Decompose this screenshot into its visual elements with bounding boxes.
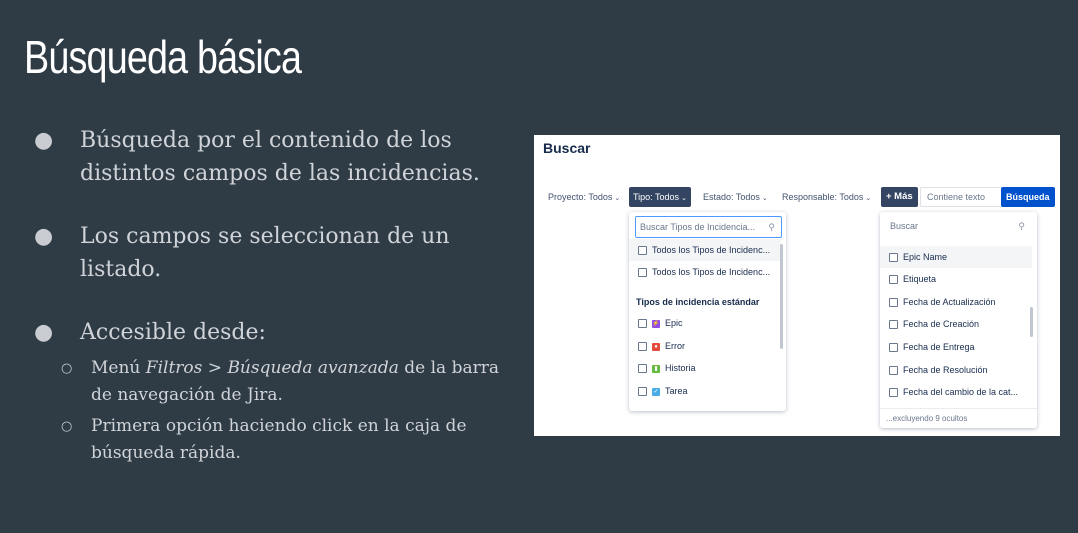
type-search-input[interactable]: Buscar Tipos de Incidencia... ⚲: [635, 216, 782, 238]
checkbox-icon: [638, 268, 647, 278]
fields-dropdown-scrollbar[interactable]: [1030, 307, 1033, 337]
filter-bar: Proyecto: Todos ⌄ Tipo: Todos ⌄ Estado: To…: [534, 187, 1060, 209]
sub-bullet-circle-icon: ○: [61, 419, 73, 434]
field-option[interactable]: Fecha de Actualización: [880, 291, 1032, 313]
option-label: Tarea: [665, 386, 688, 396]
sub-bullet-text: Primera opción haciendo click en la caja…: [91, 416, 467, 463]
jira-search-screenshot: Buscar Proyecto: Todos ⌄ Tipo: Todos ⌄ Est…: [534, 135, 1060, 436]
type-dropdown-scrollbar[interactable]: [780, 244, 783, 349]
more-filters-button[interactable]: + Más: [881, 187, 918, 207]
type-dropdown: Buscar Tipos de Incidencia... ⚲ Todos lo…: [629, 212, 786, 411]
field-option[interactable]: Fecha de Resolución: [880, 359, 1032, 381]
type-option-all[interactable]: Todos los Tipos de Incidenc...: [629, 239, 781, 261]
field-option[interactable]: Fecha de Entrega: [880, 336, 1032, 358]
bullet-text: Accesible desde:: [80, 320, 266, 345]
option-label: Fecha de Creación: [903, 319, 980, 329]
bullet-text: Los campos se seleccionan de un listado.: [80, 224, 450, 282]
type-option-error[interactable]: ● Error: [629, 335, 781, 357]
menu-avanzada-text: Búsqueda avanzada: [227, 358, 399, 378]
checkbox-icon: [889, 275, 898, 285]
option-label: Fecha del cambio de la cat...: [903, 387, 1019, 397]
type-filter-label: Tipo: Todos: [633, 192, 680, 202]
project-filter-label: Proyecto: Todos: [548, 192, 613, 202]
contains-text-input[interactable]: Contiene texto: [920, 187, 1002, 207]
type-filter-button[interactable]: Tipo: Todos ⌄: [629, 187, 691, 207]
bullet-item: ● Accesible desde:: [34, 316, 514, 349]
assignee-filter-label: Responsable: Todos: [782, 192, 864, 202]
sub-bullet-text-prefix: Menú: [91, 358, 146, 378]
search-icon: ⚲: [1018, 221, 1025, 231]
chevron-down-icon: ⌄: [681, 195, 687, 202]
sub-bullet-item: ○ Primera opción haciendo click en la ca…: [34, 413, 514, 467]
bug-icon: ●: [652, 342, 660, 351]
bullet-list: ● Búsqueda por el contenido de los disti…: [34, 124, 514, 471]
bullet-dot-icon: ●: [34, 224, 54, 249]
option-label: Fecha de Entrega: [903, 342, 975, 352]
chevron-down-icon: ⌄: [865, 195, 872, 202]
field-option[interactable]: Fecha de Creación: [880, 313, 1032, 335]
option-label: Todos los Tipos de Incidenc...: [652, 245, 771, 255]
menu-separator-text: >: [202, 358, 228, 378]
option-label: Fecha de Actualización: [903, 297, 996, 307]
type-option-all[interactable]: Todos los Tipos de Incidenc...: [629, 261, 781, 283]
field-option[interactable]: Epic Name: [880, 246, 1032, 268]
checkbox-icon: [638, 364, 647, 374]
slide-title: Búsqueda básica: [24, 31, 302, 83]
checkbox-icon: [638, 319, 647, 329]
checkbox-icon: [638, 342, 647, 352]
type-option-epic[interactable]: ⚡ Epic: [629, 312, 781, 334]
search-button[interactable]: Búsqueda: [1001, 187, 1055, 207]
bullet-item: ● Los campos se seleccionan de un listad…: [34, 220, 514, 286]
checkbox-icon: [889, 366, 898, 376]
sub-bullet-circle-icon: ○: [61, 361, 73, 376]
sub-bullet-list: ○ Menú Filtros > Búsqueda avanzada de la…: [34, 355, 514, 467]
checkbox-icon: [889, 343, 898, 353]
status-filter-label: Estado: Todos: [703, 192, 760, 202]
checkbox-icon: [638, 387, 647, 397]
checkbox-icon: [889, 388, 898, 398]
option-label: Todos los Tipos de Incidenc...: [652, 267, 771, 277]
section-header: Tipos de incidencia estándar: [636, 297, 760, 307]
option-label: Historia: [665, 363, 696, 373]
search-icon: ⚲: [768, 222, 775, 232]
chevron-down-icon: ⌄: [614, 195, 621, 202]
field-option[interactable]: Fecha del cambio de la cat...: [880, 381, 1030, 403]
type-option-tarea[interactable]: ✓ Tarea: [629, 380, 781, 402]
jira-page-title: Buscar: [543, 140, 591, 156]
option-label: Epic Name: [903, 252, 948, 262]
checkbox-icon: [889, 253, 898, 263]
project-filter-button[interactable]: Proyecto: Todos ⌄: [548, 187, 620, 207]
bullet-item: ● Búsqueda por el contenido de los disti…: [34, 124, 514, 190]
field-option[interactable]: Etiqueta: [880, 268, 1032, 290]
checkbox-icon: [889, 320, 898, 330]
story-icon: ▮: [652, 364, 660, 373]
status-filter-button[interactable]: Estado: Todos ⌄: [703, 187, 768, 207]
checkbox-icon: [638, 246, 647, 256]
task-icon: ✓: [652, 387, 660, 396]
epic-icon: ⚡: [652, 319, 660, 328]
sub-bullet-item: ○ Menú Filtros > Búsqueda avanzada de la…: [34, 355, 514, 409]
type-option-historia[interactable]: ▮ Historia: [629, 357, 781, 379]
menu-filtros-text: Filtros: [145, 358, 203, 378]
assignee-filter-button[interactable]: Responsable: Todos ⌄: [782, 187, 871, 207]
option-label: Epic: [665, 318, 683, 328]
bullet-dot-icon: ●: [34, 320, 54, 345]
bullet-dot-icon: ●: [34, 128, 54, 153]
field-search-input[interactable]: Buscar ⚲: [886, 216, 1031, 236]
chevron-down-icon: ⌄: [761, 195, 768, 202]
type-search-placeholder: Buscar Tipos de Incidencia...: [640, 222, 756, 232]
more-fields-dropdown: Buscar ⚲ Epic Name Etiqueta Fecha de Act…: [880, 212, 1037, 428]
option-label: Fecha de Resolución: [903, 365, 988, 375]
hidden-fields-footer: ...excluyendo 9 ocultos: [880, 408, 1037, 428]
option-label: Etiqueta: [903, 274, 937, 284]
bullet-text: Búsqueda por el contenido de los distint…: [80, 128, 480, 186]
field-search-placeholder: Buscar: [890, 221, 919, 231]
checkbox-icon: [889, 298, 898, 308]
option-label: Error: [665, 341, 685, 351]
